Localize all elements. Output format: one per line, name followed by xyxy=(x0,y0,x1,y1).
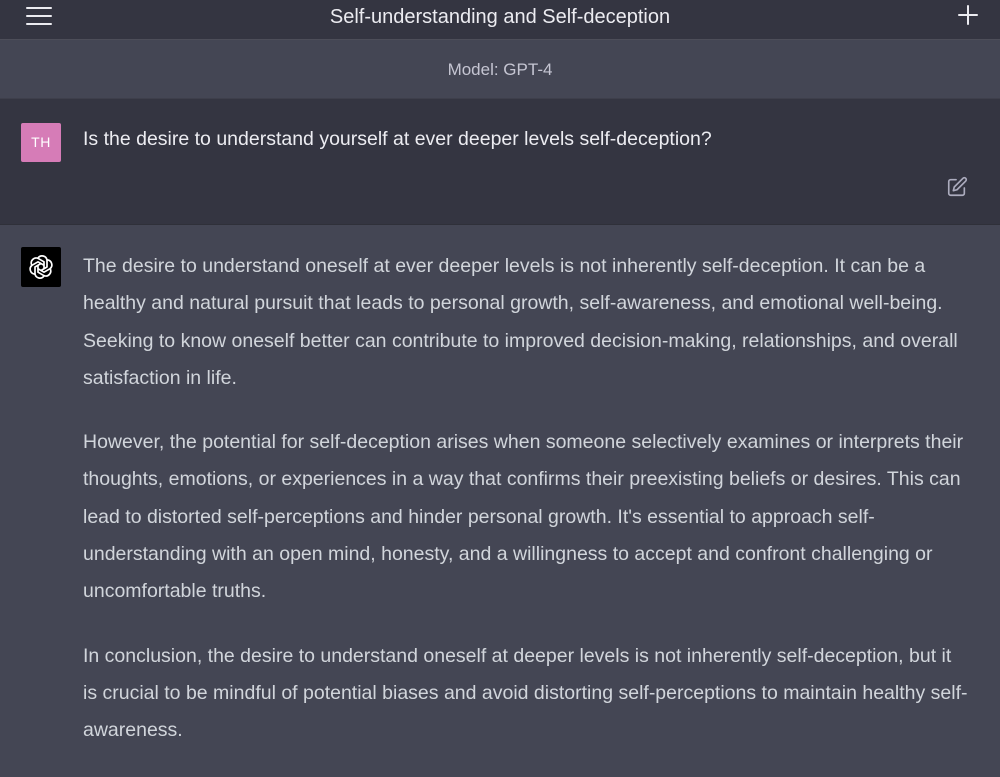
conversation-title: Self-understanding and Self-deception xyxy=(329,6,671,28)
assistant-paragraph: The desire to understand oneself at ever… xyxy=(83,255,958,389)
plus-icon[interactable] xyxy=(956,3,980,27)
assistant-paragraph: However, the potential for self-deceptio… xyxy=(83,431,964,603)
assistant-message-text: The desire to understand oneself at ever… xyxy=(83,248,968,777)
user-message-text: Is the desire to understand yourself at … xyxy=(83,128,712,150)
user-message: TH Is the desire to understand yourself … xyxy=(0,99,1000,225)
user-avatar: TH xyxy=(21,123,61,162)
top-bar: Self-understanding and Self-deception xyxy=(0,0,1000,40)
edit-icon[interactable] xyxy=(946,176,968,198)
model-label: Model: GPT-4 xyxy=(0,40,1000,99)
assistant-message: The desire to understand oneself at ever… xyxy=(0,225,1000,759)
assistant-paragraph: In conclusion, the desire to understand … xyxy=(83,644,968,742)
openai-logo-icon xyxy=(21,247,61,287)
